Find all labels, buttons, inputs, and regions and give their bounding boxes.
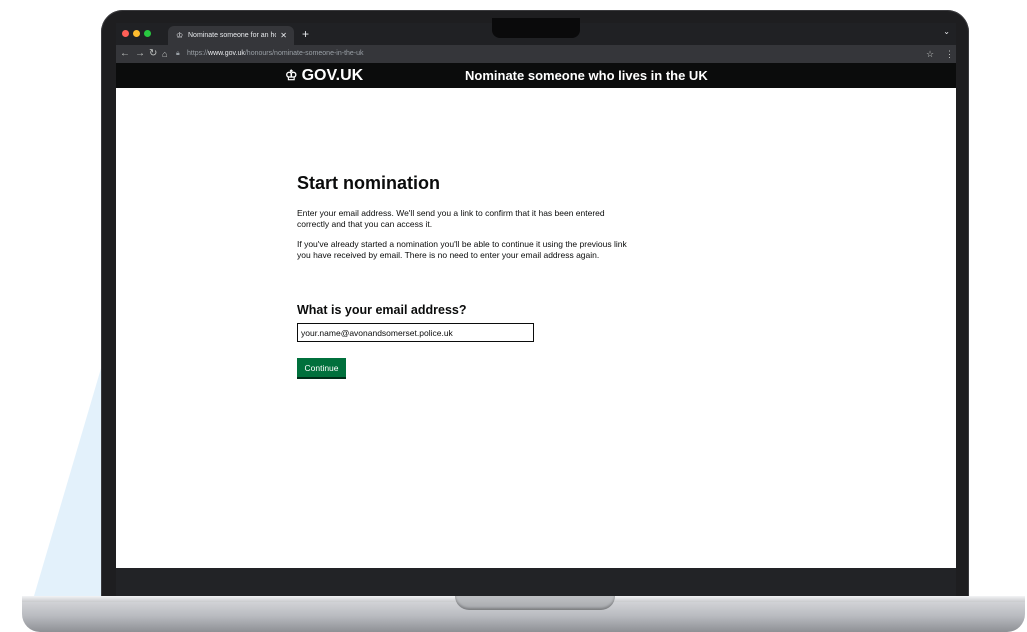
crown-icon: ♔ — [176, 31, 184, 40]
forward-arrow-icon[interactable]: → — [135, 47, 145, 61]
existing-nomination-paragraph: If you've already started a nomination y… — [297, 239, 627, 260]
service-name-link[interactable]: Nominate someone who lives in the UK — [465, 64, 708, 87]
govuk-header: ♔ GOV.UK Nominate someone who lives in th… — [116, 63, 956, 88]
home-icon[interactable]: ⌂ — [162, 47, 167, 61]
email-field[interactable] — [297, 323, 534, 342]
back-arrow-icon[interactable]: ← — [120, 47, 130, 61]
url-scheme: https:// — [187, 50, 209, 57]
plus-icon[interactable]: + — [302, 25, 309, 43]
maximize-window-button[interactable] — [144, 30, 151, 37]
page-title: Start nomination — [297, 173, 440, 193]
close-window-button[interactable] — [122, 30, 129, 37]
continue-button[interactable]: Continue — [297, 358, 346, 377]
browser-toolbar: ← → ↻ ⌂ 🔒︎ https://www.gov.uk/honours/no… — [116, 45, 956, 63]
lock-icon: 🔒︎ — [176, 50, 180, 57]
url-path: /honours/nominate-someone-in-the-uk — [244, 50, 364, 57]
url-host: www.gov.uk — [208, 50, 245, 57]
browser-window: ♔ Nominate someone for an hono ✕ + ⌄ ← →… — [116, 23, 956, 568]
govuk-logo-text: GOV.UK — [301, 67, 364, 84]
close-icon[interactable]: ✕ — [280, 26, 287, 45]
laptop-bottom-bezel — [116, 568, 956, 596]
minimize-window-button[interactable] — [133, 30, 140, 37]
star-icon[interactable]: ☆ — [926, 47, 934, 61]
crown-icon: ♔ — [285, 67, 298, 83]
email-question-label: What is your email address? — [297, 303, 467, 317]
intro-paragraph: Enter your email address. We'll send you… — [297, 208, 605, 229]
camera-notch — [492, 18, 580, 38]
browser-tab[interactable]: ♔ Nominate someone for an hono ✕ — [168, 26, 294, 45]
tab-title: Nominate someone for an hono — [188, 32, 276, 39]
laptop-hinge-notch — [455, 596, 615, 610]
govuk-logo[interactable]: ♔ GOV.UK — [285, 64, 363, 87]
kebab-menu-icon[interactable]: ⋮ — [945, 47, 954, 61]
reload-icon[interactable]: ↻ — [149, 47, 157, 61]
address-bar[interactable]: 🔒︎ https://www.gov.uk/honours/nominate-s… — [176, 48, 936, 60]
chevron-down-icon[interactable]: ⌄ — [943, 27, 950, 36]
